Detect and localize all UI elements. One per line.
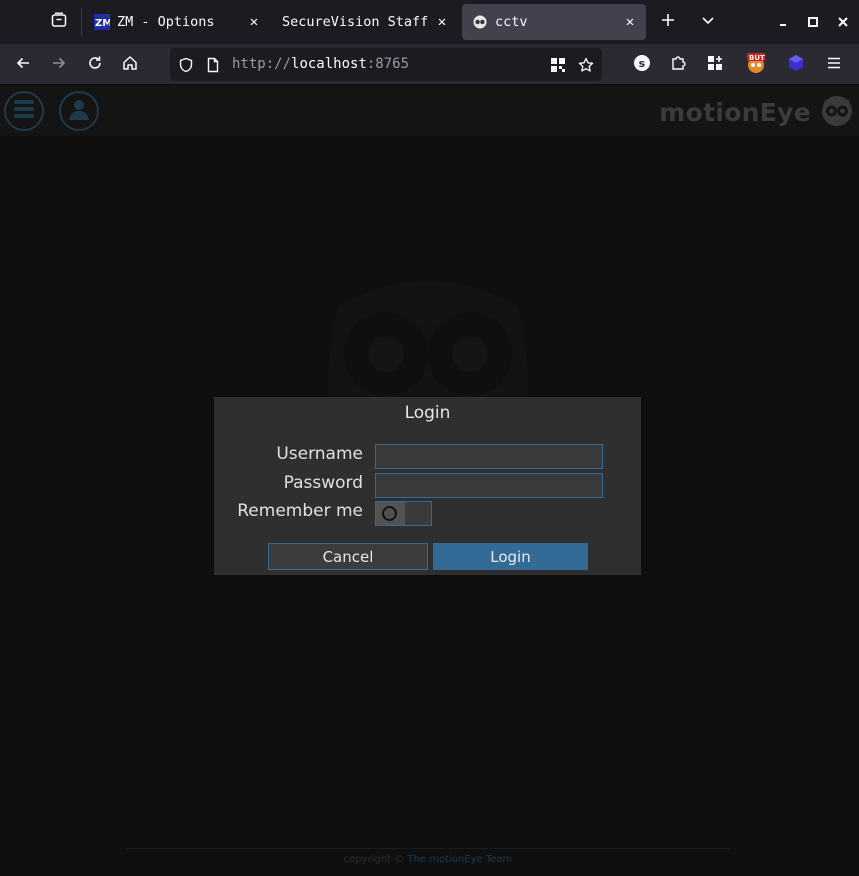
shield-icon[interactable] <box>175 54 197 76</box>
svg-text:s: s <box>639 57 646 70</box>
toggle-knob <box>382 506 397 521</box>
menu-icon <box>12 98 36 124</box>
svg-text:ZM: ZM <box>95 18 110 29</box>
footer-team-link[interactable]: The motionEye Team <box>407 854 512 865</box>
footer-copyright: copyright © <box>343 854 408 865</box>
forward-button[interactable] <box>44 50 74 80</box>
tab-title: cctv <box>495 14 528 30</box>
zm-logo-icon: ZM <box>94 14 110 30</box>
extension-s-button[interactable]: s <box>627 50 657 80</box>
extension-but-button[interactable]: BUT <box>741 50 771 80</box>
username-input[interactable] <box>375 444 603 469</box>
arrow-right-icon <box>51 55 67 75</box>
remember-me-toggle[interactable] <box>375 501 432 526</box>
arrow-left-icon <box>15 55 31 75</box>
reload-icon <box>87 55 103 75</box>
home-icon <box>122 55 138 75</box>
but-badge-icon: BUT <box>745 52 767 78</box>
close-icon[interactable]: ✕ <box>618 10 642 34</box>
extensions-button[interactable] <box>663 50 693 80</box>
close-window-button[interactable] <box>829 8 857 36</box>
tab-separator <box>81 8 82 36</box>
close-icon[interactable]: ✕ <box>430 10 454 34</box>
password-label: Password <box>283 473 363 493</box>
s-badge-icon: s <box>633 54 651 76</box>
bookmark-star-icon[interactable] <box>575 54 597 76</box>
login-dialog: Login Username Password Remember me Canc… <box>214 397 641 575</box>
hamburger-icon <box>826 55 842 75</box>
list-all-tabs-button[interactable] <box>694 8 722 36</box>
username-label: Username <box>276 444 363 464</box>
remember-me-label: Remember me <box>237 501 363 521</box>
but-badge-text: BUT <box>749 54 765 62</box>
close-icon[interactable]: ✕ <box>242 10 266 34</box>
maximize-window-button[interactable] <box>799 8 827 36</box>
motioneye-brand: motionEye <box>659 98 811 127</box>
plus-icon <box>660 12 676 32</box>
motioneye-page: motionEye copyright © The motionEye Team… <box>0 86 859 876</box>
close-icon <box>837 13 849 32</box>
minimize-icon <box>777 13 789 32</box>
tab-title: SecureVision Staff <box>282 14 429 30</box>
extension-cube-button[interactable] <box>781 50 811 80</box>
apps-button[interactable] <box>700 50 730 80</box>
page-header: motionEye <box>0 86 859 136</box>
browser-navigation-bar: http://localhost:8765 s BUT <box>0 44 859 85</box>
url-port: :8765 <box>366 56 410 72</box>
owl-logo-icon <box>821 95 853 127</box>
maximize-icon <box>807 13 819 32</box>
tab-overview-button[interactable] <box>40 4 78 40</box>
tab-tray-icon <box>51 12 67 32</box>
password-input[interactable] <box>375 473 603 498</box>
minimize-window-button[interactable] <box>769 8 797 36</box>
cube-icon <box>787 54 805 76</box>
url-text[interactable]: http://localhost:8765 <box>232 56 409 72</box>
qr-code-icon[interactable] <box>547 54 569 76</box>
home-button[interactable] <box>115 50 145 80</box>
tab-cctv[interactable]: cctv ✕ <box>462 4 646 40</box>
user-button[interactable] <box>59 91 99 131</box>
login-button[interactable]: Login <box>433 543 588 570</box>
puzzle-icon <box>670 55 686 75</box>
owl-icon <box>472 14 488 30</box>
app-menu-button[interactable] <box>819 50 849 80</box>
page-footer: copyright © The motionEye Team <box>126 848 730 865</box>
main-menu-button[interactable] <box>4 91 44 131</box>
dialog-title: Login <box>404 403 451 423</box>
url-host: localhost <box>291 56 367 72</box>
back-button[interactable] <box>8 50 38 80</box>
reload-button[interactable] <box>80 50 110 80</box>
tab-zm-options[interactable]: ZM ZM - Options ✕ <box>84 4 270 40</box>
chevron-down-icon <box>700 12 716 32</box>
tab-securevision-staff[interactable]: SecureVision Staff ✕ <box>272 4 458 40</box>
cancel-button[interactable]: Cancel <box>268 543 428 570</box>
address-bar[interactable]: http://localhost:8765 <box>170 48 602 81</box>
new-tab-button[interactable] <box>654 8 682 36</box>
page-icon[interactable] <box>202 54 224 76</box>
browser-tab-bar: ZM ZM - Options ✕ SecureVision Staff ✕ c… <box>0 0 859 44</box>
url-scheme: http:// <box>232 56 292 72</box>
grid-plus-icon <box>707 55 723 75</box>
tab-title: ZM - Options <box>117 14 215 30</box>
user-icon <box>66 96 92 126</box>
